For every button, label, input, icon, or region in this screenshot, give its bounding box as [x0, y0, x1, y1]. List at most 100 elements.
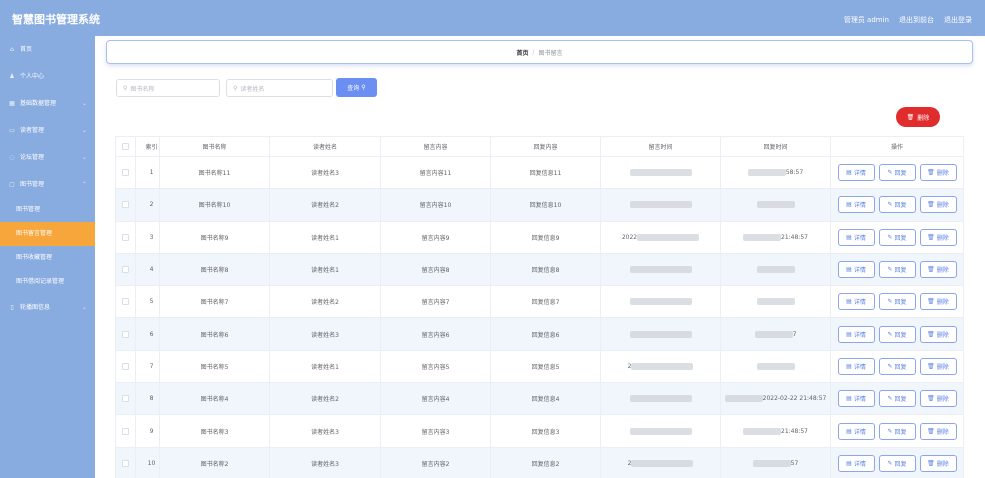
delete-button[interactable]: 🗑 删除 [919, 293, 957, 311]
row-checkbox[interactable] [115, 317, 136, 351]
reply-button[interactable]: ✎ 回复 [878, 325, 916, 343]
detail-label: 详情 [853, 202, 866, 210]
delete-button[interactable]: 🗑 删除 [919, 164, 957, 182]
reply-button[interactable]: ✎ 回复 [878, 196, 916, 214]
book-icon: ▢ [9, 181, 15, 188]
trash-icon: 🗑 [927, 233, 935, 241]
table-row: 10 图书名称2 读者姓名3 留言内容2 回复信息2 2 57 ▤ 详情 ✎ 回复 🗑 删除 [115, 446, 964, 478]
submenu-book-favorite[interactable]: 图书收藏管理 [0, 246, 95, 270]
delete-button[interactable]: 🗑 删除 [919, 422, 957, 440]
sidebar-item-carousel[interactable]: ▯ 轮播图信息 ⌄ [0, 294, 95, 321]
delete-label: 删除 [936, 170, 949, 178]
row-index: 5 [135, 285, 160, 319]
home-icon: ⌂ [10, 46, 14, 53]
row-checkbox[interactable] [115, 188, 136, 222]
row-actions: ▤ 详情 ✎ 回复 🗑 删除 [830, 220, 964, 254]
detail-button[interactable]: ▤ 详情 [837, 422, 875, 440]
delete-label: 删除 [936, 428, 949, 436]
detail-button[interactable]: ▤ 详情 [837, 228, 875, 246]
reply-button[interactable]: ✎ 回复 [878, 293, 916, 311]
row-checkbox[interactable] [115, 285, 136, 319]
delete-button[interactable]: 🗑 删除 [919, 228, 957, 246]
row-message: 留言内容11 [380, 155, 491, 190]
row-checkbox[interactable] [115, 414, 136, 448]
select-all-checkbox[interactable] [115, 136, 136, 157]
delete-label: 删除 [936, 363, 949, 371]
row-checkbox[interactable] [115, 382, 136, 416]
submenu-book-borrow[interactable]: 图书借阅记录管理 [0, 270, 95, 294]
breadcrumb: 首页 / 图书留言 [106, 40, 973, 64]
reply-button[interactable]: ✎ 回复 [878, 422, 916, 440]
back-to-front-link[interactable]: 退出到前台 [899, 15, 934, 25]
submenu-book-manage[interactable]: 图书管理 [0, 198, 95, 222]
reply-time-text: 7 [792, 330, 797, 338]
row-reply: 回复信息5 [490, 349, 601, 384]
reply-label: 回复 [894, 170, 907, 178]
reply-time-text: 21:48:57 [781, 427, 808, 435]
row-actions: ▤ 详情 ✎ 回复 🗑 删除 [830, 446, 964, 478]
image-icon: ▯ [10, 304, 14, 311]
delete-label: 删除 [936, 299, 949, 307]
delete-button[interactable]: 🗑 删除 [919, 454, 957, 472]
detail-button[interactable]: ▤ 详情 [837, 293, 875, 311]
row-checkbox[interactable] [115, 349, 136, 384]
row-book-name: 图书名称2 [159, 446, 270, 478]
detail-button[interactable]: ▤ 详情 [837, 390, 875, 408]
row-message-time [600, 382, 721, 416]
reader-name-search-input[interactable]: ⚲ 读者姓名 [226, 79, 333, 97]
delete-button[interactable]: 🗑 删除 [919, 261, 957, 279]
row-reply: 回复信息8 [490, 252, 601, 287]
book-name-search-input[interactable]: ⚲ 图书名称 [116, 79, 220, 97]
row-checkbox[interactable] [115, 446, 136, 478]
reply-button[interactable]: ✎ 回复 [878, 357, 916, 375]
row-actions: ▤ 详情 ✎ 回复 🗑 删除 [830, 285, 964, 319]
detail-button[interactable]: ▤ 详情 [837, 454, 875, 472]
breadcrumb-current: 图书留言 [538, 49, 563, 57]
data-icon: ▦ [9, 100, 15, 107]
detail-button[interactable]: ▤ 详情 [837, 164, 875, 182]
sidebar-item-books[interactable]: ▢ 图书管理 ⌃ [0, 171, 95, 198]
query-button[interactable]: 查询 ⚲ [336, 78, 377, 97]
breadcrumb-home[interactable]: 首页 [516, 48, 528, 57]
row-reply-time [720, 285, 831, 319]
delete-button[interactable]: 🗑 删除 [919, 196, 957, 214]
row-reply: 回复信息4 [490, 382, 601, 416]
column-header: 读者姓名 [269, 136, 381, 157]
delete-button[interactable]: 🗑 删除 [919, 325, 957, 343]
chevron-down-icon: ⌄ [81, 127, 87, 134]
batch-delete-button[interactable]: 🗑 删除 [896, 107, 940, 127]
row-checkbox[interactable] [115, 155, 136, 190]
redacted-block [724, 395, 763, 403]
column-header: 留言内容 [380, 136, 491, 157]
logout-link[interactable]: 退出登录 [944, 15, 972, 25]
redacted-block [631, 362, 694, 370]
detail-button[interactable]: ▤ 详情 [837, 261, 875, 279]
sidebar-item-home[interactable]: ⌂ 首页 [0, 36, 95, 63]
submenu-book-message[interactable]: 图书留言管理 [0, 222, 95, 246]
reply-button[interactable]: ✎ 回复 [878, 261, 916, 279]
document-icon: ▤ [846, 395, 852, 403]
reply-button[interactable]: ✎ 回复 [878, 228, 916, 246]
detail-button[interactable]: ▤ 详情 [837, 325, 875, 343]
reply-button[interactable]: ✎ 回复 [878, 164, 916, 182]
sidebar-item-forum[interactable]: ◌ 论坛管理 ⌄ [0, 144, 95, 171]
table-row: 5 图书名称7 读者姓名2 留言内容7 回复信息7 ▤ 详情 ✎ 回复 🗑 删除 [115, 285, 964, 319]
row-book-name: 图书名称11 [159, 155, 270, 190]
edit-icon: ✎ [887, 233, 893, 241]
sidebar-item-readers[interactable]: ▭ 读者管理 ⌄ [0, 117, 95, 144]
redacted-block [629, 201, 692, 209]
row-checkbox[interactable] [115, 252, 136, 287]
detail-button[interactable]: ▤ 详情 [837, 357, 875, 375]
document-icon: ▤ [846, 201, 852, 209]
detail-button[interactable]: ▤ 详情 [837, 196, 875, 214]
reply-time-text: 57 [790, 459, 799, 467]
row-checkbox[interactable] [115, 220, 136, 254]
reply-button[interactable]: ✎ 回复 [878, 390, 916, 408]
sidebar-item-basic-data[interactable]: ▦ 基础数据管理 ⌄ [0, 90, 95, 117]
reply-button[interactable]: ✎ 回复 [878, 454, 916, 472]
delete-button[interactable]: 🗑 删除 [919, 390, 957, 408]
edit-icon: ✎ [887, 298, 893, 306]
sidebar-item-profile[interactable]: ♟ 个人中心 [0, 63, 95, 90]
document-icon: ▤ [846, 362, 852, 370]
delete-button[interactable]: 🗑 删除 [919, 357, 957, 375]
